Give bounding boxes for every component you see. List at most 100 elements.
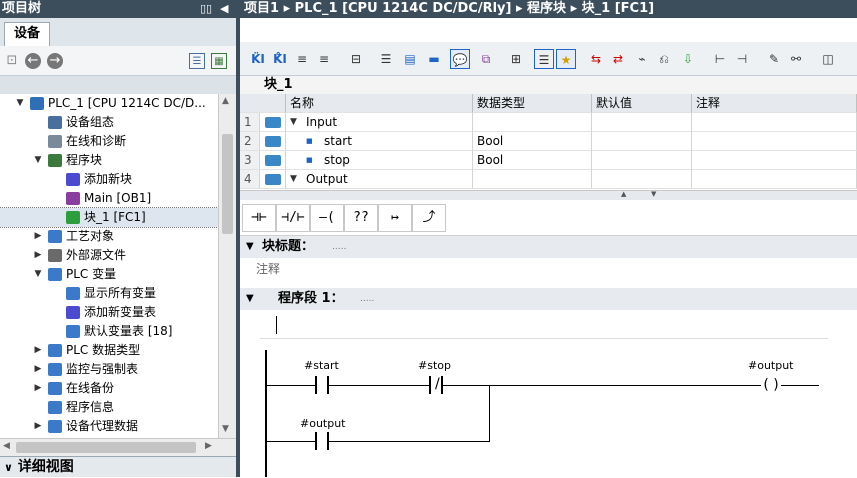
collapse-pane-icon[interactable]: ◀ [220,0,228,18]
add-row-icon[interactable]: ≡ [314,49,334,69]
param-default[interactable] [592,132,692,151]
tree-item[interactable]: 块_1 [FC1] [0,207,218,228]
param-datatype[interactable] [473,113,592,132]
scroll-right-icon[interactable]: ▶ [205,441,212,451]
ladder-network[interactable]: #start / #stop ( ) #output #output [240,310,857,477]
first-net-icon[interactable]: ⊢ [710,49,730,69]
row-number[interactable]: 1 [240,113,260,132]
block-comment-placeholder[interactable]: 注释 [256,260,280,277]
splitter-up-icon[interactable]: ▲ [621,190,626,198]
tree-item[interactable]: ▼ 程序块 [0,151,218,170]
param-comment[interactable] [692,113,857,132]
tree-item[interactable]: Main [OB1] [0,189,218,208]
collapse-icon[interactable]: ▼ [246,288,254,310]
monitor-icon[interactable]: ⌁ [632,49,652,69]
forward-icon[interactable]: → [47,53,63,69]
param-default[interactable] [592,151,692,170]
param-comment[interactable] [692,170,857,189]
tree-item[interactable]: ▶ 设备代理数据 [0,417,218,436]
param-comment[interactable] [692,132,857,151]
contact-stop[interactable]: / [429,376,443,394]
column-header-comment[interactable]: 注释 [692,94,857,113]
tree-item[interactable]: ▼ PLC_1 [CPU 1214C DC/D... [0,94,218,113]
open-branch-button[interactable]: ↦ [378,204,412,232]
scroll-down-icon[interactable]: ▼ [222,424,229,434]
align-left-icon[interactable]: ☰ [376,49,396,69]
tree-item[interactable]: 程序信息 [0,398,218,417]
contact-start[interactable] [315,376,329,394]
overview-icon[interactable]: ▦ [211,53,227,69]
favorites-icon[interactable]: ★ [556,49,576,69]
param-bullet-icon[interactable]: ■ [306,132,313,150]
detail-view-bar[interactable]: ∨ 详细视图 [0,456,236,477]
param-datatype[interactable] [473,170,592,189]
expanded-icon[interactable]: ▼ [290,170,297,188]
new-item-icon[interactable]: ⊡ [4,53,20,69]
network-header[interactable]: ▼ 程序段 1： ..... [240,288,857,310]
scroll-left-icon[interactable]: ◀ [3,441,10,451]
symbolic-address-icon[interactable]: ⊞ [506,49,526,69]
row-number[interactable]: 3 [240,151,260,170]
next-net-icon[interactable]: ⊣ [732,49,752,69]
tree-item[interactable]: ▶ 监控与强制表 [0,360,218,379]
close-branch-button[interactable]: ⤴ [412,204,446,232]
column-header-name[interactable]: 名称 [286,94,473,113]
tree-item[interactable]: ▶ 在线备份 [0,379,218,398]
back-icon[interactable]: ← [25,53,41,69]
tree-item[interactable]: 在线和诊断 [0,132,218,151]
param-datatype[interactable]: Bool [473,132,592,151]
param-name-cell[interactable]: ▼ Input [286,113,473,132]
block-title-bar[interactable]: ▼ 块标题： ..... [240,236,857,258]
coil-output[interactable]: ( ) [761,376,781,394]
param-default[interactable] [592,113,692,132]
collapse-all-icon[interactable]: ▬ [424,49,444,69]
tree-item[interactable]: 添加新块 [0,170,218,189]
column-header-datatype[interactable]: 数据类型 [473,94,592,113]
interface-splitter[interactable]: ▲ ▼ [240,190,857,200]
split-view-icon[interactable]: ◫ [818,49,838,69]
breadcrumb-project[interactable]: 项目1 [244,1,279,16]
tree-item[interactable]: ▶ 工艺对象 [0,227,218,246]
row-number[interactable]: 2 [240,132,260,151]
coil-operand[interactable]: #output [748,359,794,372]
tree-item[interactable]: ▶ 外部源文件 [0,246,218,265]
go-offline-icon[interactable]: ⇄ [608,49,628,69]
comment-icon[interactable]: 💬 [450,49,470,69]
network-dots[interactable]: ..... [360,288,374,310]
glasses-icon[interactable]: ⚯ [786,49,806,69]
collapsed-icon[interactable]: ▶ [33,360,43,379]
splitter-down-icon[interactable]: ▼ [651,190,656,198]
column-header-default[interactable]: 默认值 [592,94,692,113]
expanded-icon[interactable]: ▼ [290,113,297,131]
collapsed-icon[interactable]: ▶ [33,417,43,436]
collapsed-icon[interactable]: ▶ [33,227,43,246]
breadcrumb-plc[interactable]: PLC_1 [CPU 1214C DC/DC/Rly] [295,1,512,16]
modify-icon[interactable]: ⎌ [654,49,674,69]
contact-output-operand[interactable]: #output [300,417,346,430]
block-comment-area[interactable]: 注释 [240,258,857,288]
contact-stop-operand[interactable]: #stop [418,359,451,372]
tree-item[interactable]: 显示所有变量 [0,284,218,303]
param-default[interactable] [592,170,692,189]
expanded-icon[interactable]: ▼ [15,94,25,113]
tree-item[interactable]: ▶ PLC 数据类型 [0,341,218,360]
collapsed-icon[interactable]: ▶ [33,246,43,265]
row-number[interactable]: 4 [240,170,260,189]
collapsed-icon[interactable]: ▶ [33,341,43,360]
tree-horizontal-scrollbar[interactable]: ◀ ▶ [0,438,236,456]
param-name-cell[interactable]: ■ stop [286,151,473,170]
contact-start-operand[interactable]: #start [304,359,339,372]
nc-contact-button[interactable]: ⊣/⊢ [276,204,310,232]
contact-output[interactable] [315,432,329,450]
tree-vertical-scrollbar[interactable]: ▲ ▼ [218,94,236,438]
breadcrumb-block[interactable]: 块_1 [FC1] [582,1,654,16]
insert-network-icon[interactable]: K̈I [248,49,268,69]
detail-list-icon[interactable]: ☰ [189,53,205,69]
tree-item[interactable]: 设备组态 [0,113,218,132]
h-scroll-thumb[interactable] [16,442,196,453]
expand-all-icon[interactable]: ▤ [400,49,420,69]
breadcrumb-blocks[interactable]: 程序块 [527,1,566,16]
param-bullet-icon[interactable]: ■ [306,151,313,169]
collapse-icon[interactable]: ▼ [246,236,254,258]
tree-item[interactable]: 添加新变量表 [0,303,218,322]
